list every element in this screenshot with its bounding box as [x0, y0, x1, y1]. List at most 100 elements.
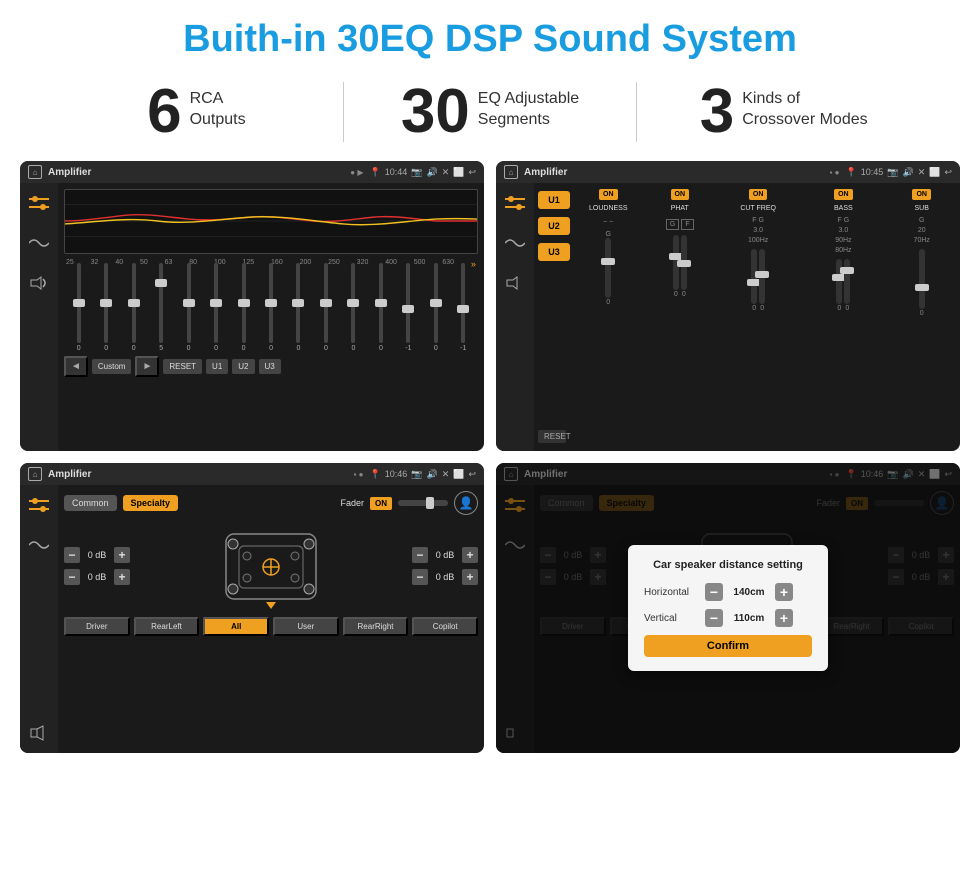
eq-graph [64, 189, 478, 254]
reset-btn-2[interactable]: RESET [538, 430, 566, 443]
screen-eq: ⌂ Amplifier ● ▶ 📍 10:44 📷 🔊 ✕ ⬜ ↩ [20, 161, 484, 451]
common-btn[interactable]: Common [64, 495, 117, 511]
rear-right-btn[interactable]: RearRight [343, 617, 409, 636]
eq-slider-15[interactable]: -1 [451, 263, 476, 352]
vol-right-2-plus[interactable]: + [462, 569, 478, 585]
eq-slider-1[interactable]: 0 [66, 263, 91, 352]
eq-prev-btn[interactable]: ◄ [64, 356, 88, 377]
stat-label-crossover: Kinds ofCrossover Modes [742, 81, 867, 131]
status-icons-3: 📍 10:46 📷 🔊 ✕ ⬜ ↩ [370, 469, 477, 480]
vol-left-2-minus[interactable]: − [64, 569, 80, 585]
channel-loudness: ON LOUDNESS ~~ G 0 [574, 189, 643, 445]
user-btn[interactable]: User [273, 617, 339, 636]
eq-slider-5[interactable]: 0 [176, 263, 201, 352]
cutfreq-label: CUT FREQ [740, 205, 776, 212]
rear-left-btn[interactable]: RearLeft [134, 617, 200, 636]
screen-layout-3: Common Specialty Fader ON 👤 − [20, 485, 484, 753]
sidebar-wave-icon[interactable] [27, 231, 51, 255]
sidebar-vol-icon[interactable] [27, 271, 51, 295]
play-icons-2: ▪ ● [830, 168, 840, 177]
vol-left-1-minus[interactable]: − [64, 547, 80, 563]
eq-slider-9[interactable]: 0 [286, 263, 311, 352]
profile-icon[interactable]: 👤 [454, 491, 478, 515]
stat-crossover: 3 Kinds ofCrossover Modes [647, 81, 920, 143]
sub-on-btn[interactable]: ON [912, 189, 931, 200]
eq-slider-10[interactable]: 0 [313, 263, 338, 352]
sidebar-speaker-icon[interactable] [27, 721, 51, 745]
horizontal-minus-btn[interactable]: − [705, 583, 723, 601]
home-icon-1[interactable]: ⌂ [28, 165, 42, 179]
home-icon-2[interactable]: ⌂ [504, 165, 518, 179]
eq-u1-btn[interactable]: U1 [206, 359, 228, 374]
vol-right-2-minus[interactable]: − [412, 569, 428, 585]
cutfreq-on-btn[interactable]: ON [749, 189, 768, 200]
phat-on-btn[interactable]: ON [671, 189, 690, 200]
vol-right-1-plus[interactable]: + [462, 547, 478, 563]
sidebar-wave-icon-3[interactable] [27, 533, 51, 557]
eq-slider-14[interactable]: 0 [423, 263, 448, 352]
sidebar-eq-icon[interactable] [27, 191, 51, 215]
confirm-button[interactable]: Confirm [644, 635, 812, 657]
stat-divider-2 [636, 82, 637, 142]
eq-slider-6[interactable]: 0 [203, 263, 228, 352]
crossover-content: Common Specialty Fader ON 👤 − [58, 485, 484, 753]
all-btn[interactable]: All [203, 617, 269, 636]
fader-on-btn[interactable]: ON [370, 497, 392, 510]
screen-dialog: ⌂ Amplifier ▪ ● 📍 10:46 📷 🔊 ✕ ⬜ ↩ [496, 463, 960, 753]
channel-phat: ON PHAT G F 0 [646, 189, 715, 445]
sidebar-wave-icon-2[interactable] [503, 231, 527, 255]
dialog-title: Car speaker distance setting [644, 559, 812, 571]
left-sidebar-1 [20, 183, 58, 451]
preset-col: U1 U2 U3 RESET [534, 183, 570, 451]
vol-right-1-minus[interactable]: − [412, 547, 428, 563]
eq-slider-2[interactable]: 0 [93, 263, 118, 352]
sidebar-eq-icon-3[interactable] [27, 493, 51, 517]
vol-left-1-plus[interactable]: + [114, 547, 130, 563]
eq-custom-btn[interactable]: Custom [92, 359, 132, 374]
eq-next-btn[interactable]: ► [135, 356, 159, 377]
vol-left-2-plus[interactable]: + [114, 569, 130, 585]
copilot-btn[interactable]: Copilot [412, 617, 478, 636]
app-title-3: Amplifier [48, 469, 348, 480]
eq-u2-btn[interactable]: U2 [232, 359, 254, 374]
eq-slider-12[interactable]: 0 [368, 263, 393, 352]
eq-slider-3[interactable]: 0 [121, 263, 146, 352]
vol-left-1: − 0 dB + [64, 547, 130, 563]
driver-btn[interactable]: Driver [64, 617, 130, 636]
left-sidebar-2 [496, 183, 534, 451]
eq-slider-4[interactable]: 5 [148, 263, 173, 352]
specialty-btn[interactable]: Specialty [123, 495, 179, 511]
bass-on-btn[interactable]: ON [834, 189, 853, 200]
channel-bass: ON BASS FG 3.0 90Hz 80Hz 0 [802, 189, 884, 445]
eq-slider-11[interactable]: 0 [341, 263, 366, 352]
stat-divider-1 [343, 82, 344, 142]
stat-number-30: 30 [401, 81, 470, 143]
app-title-1: Amplifier [48, 167, 344, 178]
stats-row: 6 RCAOutputs 30 EQ AdjustableSegments 3 … [0, 71, 980, 157]
eq-slider-13[interactable]: -1 [396, 263, 421, 352]
sidebar-eq-icon-2[interactable] [503, 191, 527, 215]
eq-reset-btn[interactable]: RESET [163, 359, 202, 374]
status-icons-1: 📍 10:44 📷 🔊 ✕ ⬜ ↩ [370, 167, 477, 178]
sidebar-vol-icon-2[interactable] [503, 271, 527, 295]
loudness-on-btn[interactable]: ON [599, 189, 618, 200]
eq-u3-btn[interactable]: U3 [259, 359, 281, 374]
vol-right-1: − 0 dB + [412, 547, 478, 563]
horizontal-plus-btn[interactable]: + [775, 583, 793, 601]
vertical-minus-btn[interactable]: − [705, 609, 723, 627]
eq-slider-8[interactable]: 0 [258, 263, 283, 352]
preset-u3[interactable]: U3 [538, 243, 570, 261]
stat-number-6: 6 [147, 81, 181, 143]
eq-slider-7[interactable]: 0 [231, 263, 256, 352]
vertical-plus-btn[interactable]: + [775, 609, 793, 627]
home-icon-3[interactable]: ⌂ [28, 467, 42, 481]
stat-label-eq: EQ AdjustableSegments [478, 81, 579, 131]
play-icons-3: ▪ ● [354, 470, 364, 479]
preset-u1[interactable]: U1 [538, 191, 570, 209]
phat-label: PHAT [671, 205, 689, 212]
speaker-diagram [138, 521, 404, 611]
horizontal-value: 140cm [729, 587, 769, 598]
eq-sliders-row: 0 0 0 5 0 [64, 272, 478, 352]
stat-rca: 6 RCAOutputs [60, 81, 333, 143]
preset-u2[interactable]: U2 [538, 217, 570, 235]
